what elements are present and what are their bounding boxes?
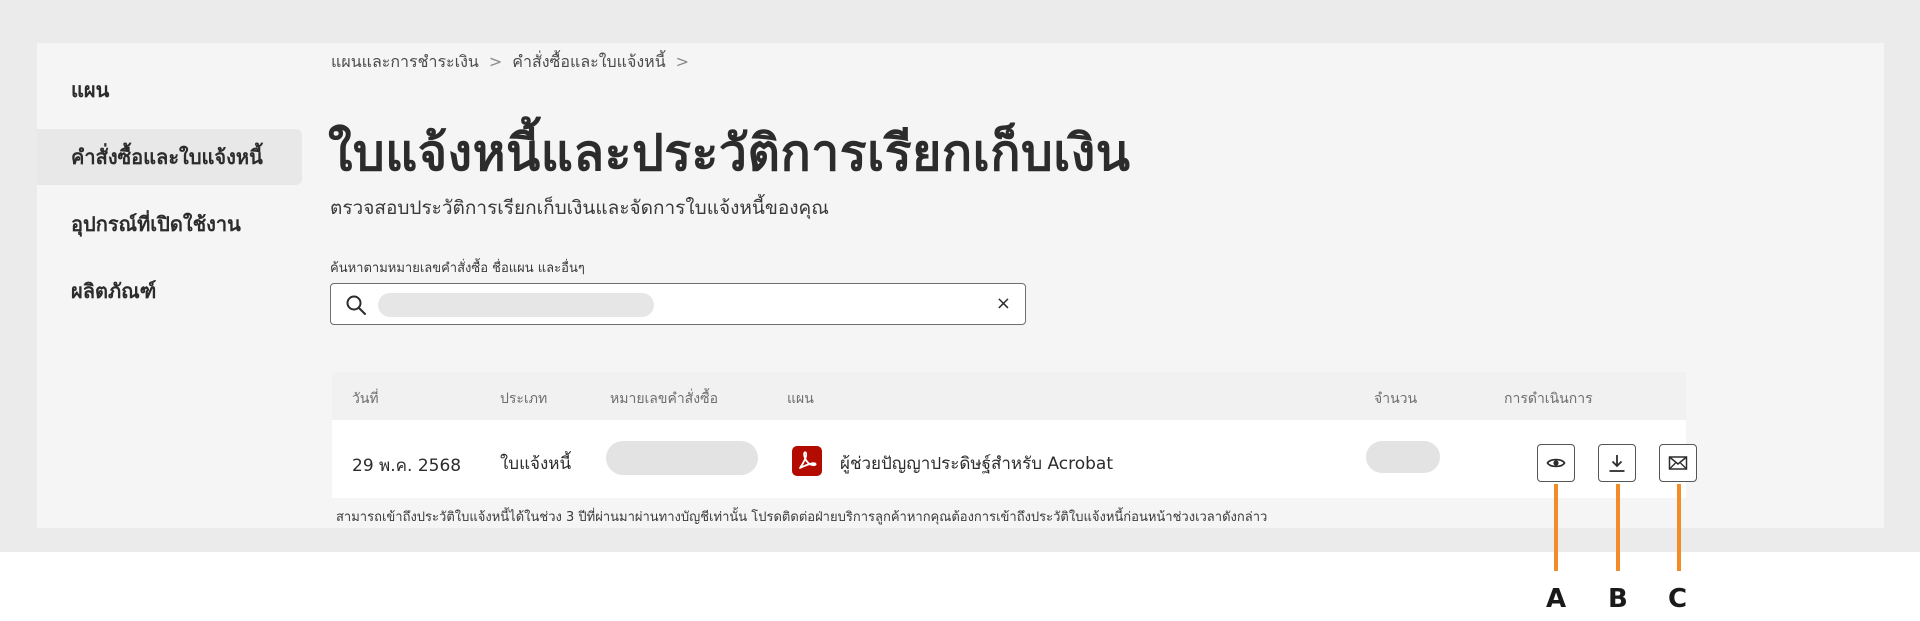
breadcrumb-separator: > bbox=[675, 52, 690, 71]
callout-line-b bbox=[1616, 484, 1620, 571]
invoice-type: ใบแจ้งหนี้ bbox=[500, 454, 572, 474]
search-input[interactable]: × bbox=[330, 283, 1026, 325]
sidebar-item-products[interactable]: ผลิตภัณฑ์ bbox=[37, 263, 302, 319]
order-number-redacted bbox=[606, 441, 758, 475]
breadcrumb: แผนและการชำระเงิน > คำสั่งซื้อและใบแจ้งหนี… bbox=[331, 50, 699, 75]
column-header-plan: แผน bbox=[787, 391, 814, 407]
page-subtitle: ตรวจสอบประวัติการเรียกเก็บเงินและจัดการใ… bbox=[330, 197, 829, 219]
page-title: ใบแจ้งหนี้และประวัติการเรียกเก็บเงิน bbox=[328, 124, 1131, 182]
acrobat-pdf-icon bbox=[792, 446, 822, 476]
breadcrumb-separator: > bbox=[488, 52, 503, 71]
callout-line-c bbox=[1677, 484, 1681, 571]
sidebar-item-label: ผลิตภัณฑ์ bbox=[71, 279, 157, 303]
mail-icon bbox=[1668, 456, 1688, 470]
sidebar-item-active-devices[interactable]: อุปกรณ์ที่เปิดใช้งาน bbox=[37, 196, 302, 252]
callout-label-b: B bbox=[1608, 584, 1628, 614]
eye-icon bbox=[1546, 458, 1566, 468]
sidebar-item-label: อุปกรณ์ที่เปิดใช้งาน bbox=[71, 212, 241, 236]
download-invoice-button[interactable] bbox=[1598, 444, 1636, 482]
email-invoice-button[interactable] bbox=[1659, 444, 1697, 482]
callout-label-c: C bbox=[1668, 584, 1688, 614]
search-label: ค้นหาตามหมายเลขคำสั่งซื้อ ชื่อแผน และอื่… bbox=[330, 261, 585, 276]
search-value-redacted bbox=[378, 293, 654, 317]
breadcrumb-link-plans-payment[interactable]: แผนและการชำระเงิน bbox=[331, 52, 479, 71]
breadcrumb-link-orders-invoices[interactable]: คำสั่งซื้อและใบแจ้งหนี้ bbox=[512, 52, 665, 71]
view-invoice-button[interactable] bbox=[1537, 444, 1575, 482]
column-header-date: วันที่ bbox=[352, 391, 379, 407]
callout-label-a: A bbox=[1546, 584, 1567, 614]
callout-line-a bbox=[1554, 484, 1558, 571]
amount-redacted bbox=[1366, 441, 1440, 473]
plan-name: ผู้ช่วยปัญญาประดิษฐ์สำหรับ Acrobat bbox=[840, 454, 1114, 474]
table-header: วันที่ ประเภท หมายเลขคำสั่งซื้อ แผน จำนว… bbox=[332, 372, 1686, 420]
column-header-amount: จำนวน bbox=[1374, 391, 1418, 407]
column-header-type: ประเภท bbox=[500, 391, 548, 407]
invoice-history-note: สามารถเข้าถึงประวัติใบแจ้งหนี้ได้ในช่วง … bbox=[336, 510, 1268, 525]
sidebar-item-label: แผน bbox=[71, 78, 110, 102]
column-header-order-number: หมายเลขคำสั่งซื้อ bbox=[610, 391, 718, 407]
download-icon bbox=[1609, 455, 1625, 472]
invoice-date: 29 พ.ค. 2568 bbox=[352, 456, 462, 476]
sidebar-item-plans[interactable]: แผน bbox=[37, 62, 302, 118]
search-icon bbox=[345, 294, 367, 316]
sidebar-item-label: คำสั่งซื้อและใบแจ้งหนี้ bbox=[71, 145, 263, 169]
sidebar-item-orders-invoices[interactable]: คำสั่งซื้อและใบแจ้งหนี้ bbox=[37, 129, 302, 185]
table-row: 29 พ.ค. 2568 ใบแจ้งหนี้ ผู้ช่วยปัญญาประด… bbox=[332, 420, 1697, 498]
clear-search-button[interactable]: × bbox=[996, 292, 1011, 316]
column-header-actions: การดำเนินการ bbox=[1504, 391, 1593, 407]
